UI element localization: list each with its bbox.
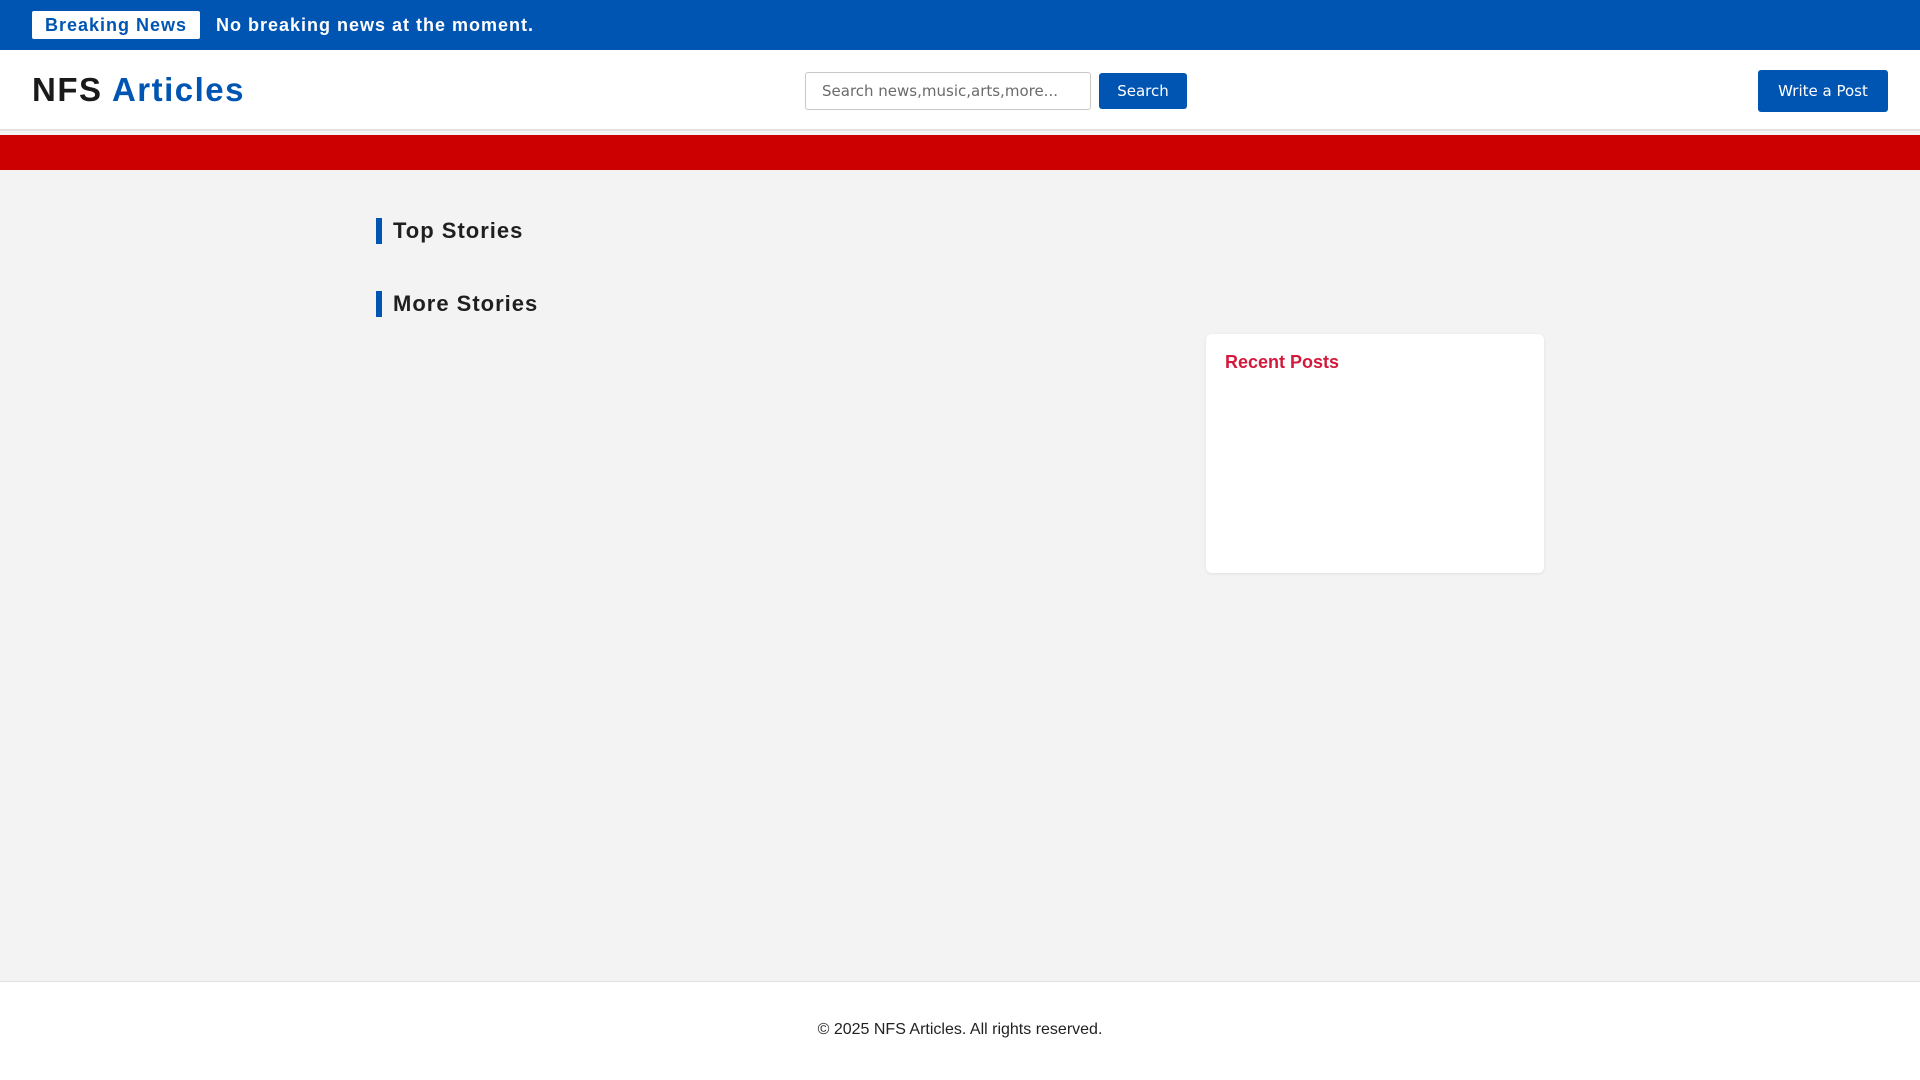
logo-prefix: NFS xyxy=(32,71,103,108)
site-header: NFS Articles Search Write a Post xyxy=(0,50,1920,131)
breaking-news-bar: Breaking News No breaking news at the mo… xyxy=(0,0,1920,50)
recent-posts-title: Recent Posts xyxy=(1225,352,1340,372)
category-nav-bar xyxy=(0,135,1920,170)
footer-copyright: © 2025 NFS Articles. All rights reserved… xyxy=(817,1021,1103,1038)
site-logo[interactable]: NFS Articles xyxy=(32,70,245,110)
recent-posts-card: Recent Posts xyxy=(1206,334,1544,573)
breaking-news-message: No breaking news at the moment. xyxy=(216,14,535,35)
breaking-news-badge: Breaking News xyxy=(32,11,201,39)
more-stories-heading: More Stories xyxy=(376,291,538,317)
search-input[interactable] xyxy=(805,72,1091,110)
top-stories-heading: Top Stories xyxy=(376,218,523,244)
site-footer: © 2025 NFS Articles. All rights reserved… xyxy=(0,981,1920,1080)
logo-accent: Articles xyxy=(111,71,246,108)
write-post-button[interactable]: Write a Post xyxy=(1758,70,1888,112)
search-button[interactable]: Search xyxy=(1099,73,1187,109)
